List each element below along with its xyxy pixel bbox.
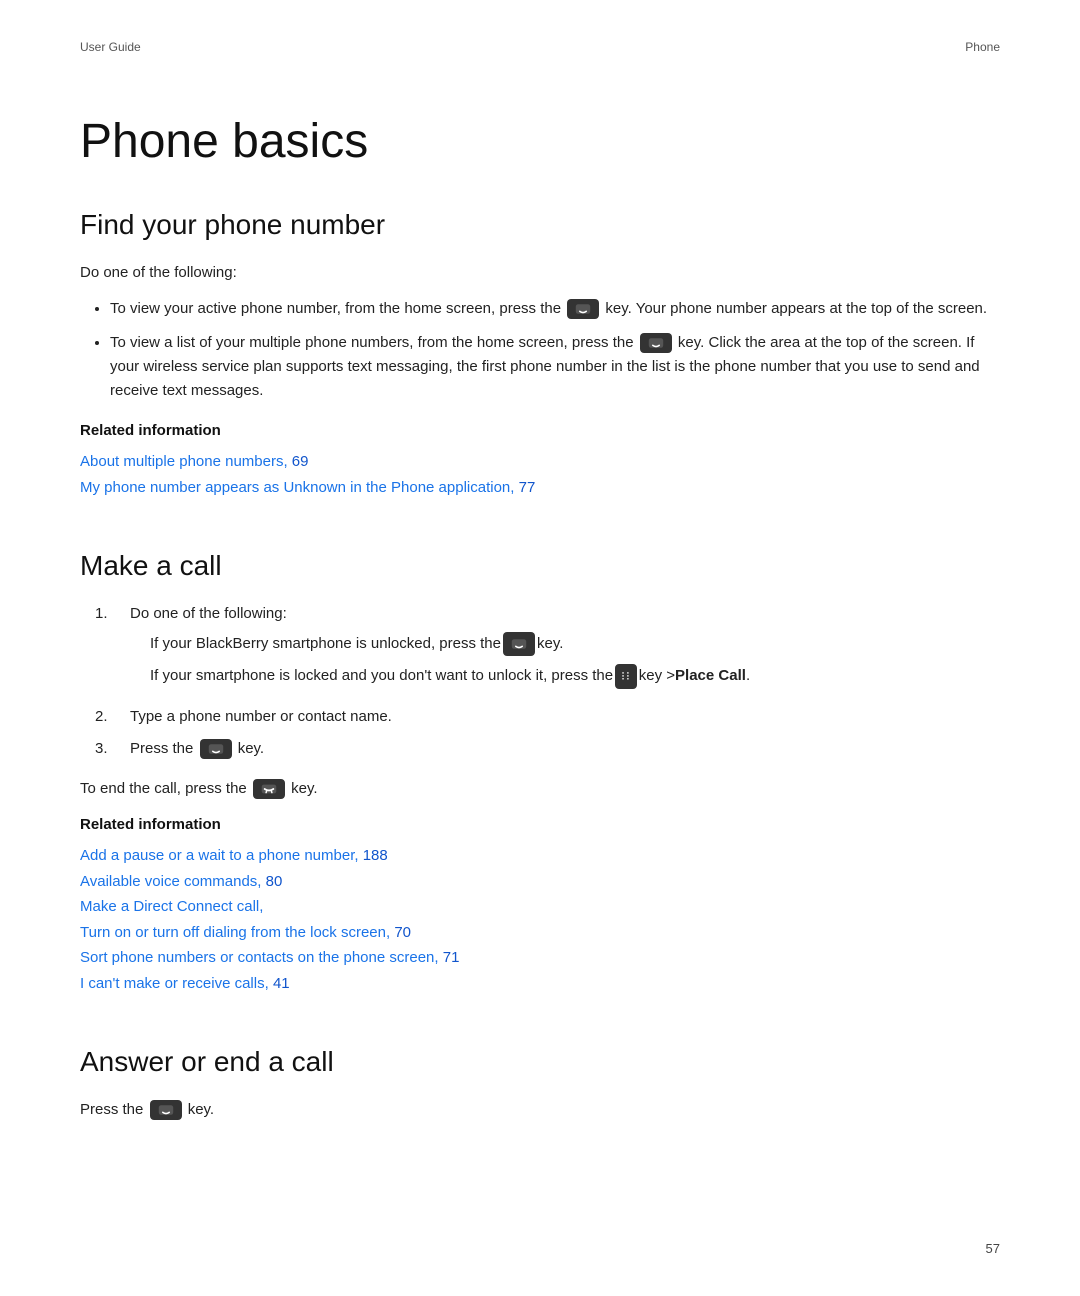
phone-key-icon-3 — [503, 632, 535, 656]
related-heading-find-phone: Related information — [80, 419, 1000, 443]
header-left: User Guide — [80, 40, 141, 54]
link-dialing-lock[interactable]: Turn on or turn off dialing from the loc… — [80, 924, 390, 941]
place-call-label: Place Call — [675, 664, 746, 689]
related-link-2[interactable]: My phone number appears as Unknown in th… — [80, 475, 1000, 501]
related-links-make-call: Add a pause or a wait to a phone number,… — [80, 843, 1000, 996]
menu-key-icon: ⁝⁝ — [615, 664, 637, 689]
step-number-1: 1. — [80, 602, 130, 697]
section-find-phone-number: Find your phone number Do one of the fol… — [80, 209, 1000, 500]
section-answer-end-call: Answer or end a call Press the key. — [80, 1046, 1000, 1122]
related-link-direct-connect[interactable]: Make a Direct Connect call, — [80, 894, 1000, 920]
page-number: 57 — [986, 1241, 1000, 1256]
related-info-make-call: Related information Add a pause or a wai… — [80, 813, 1000, 996]
step-number-2: 2. — [80, 705, 130, 729]
find-phone-bullet-1: To view your active phone number, from t… — [110, 297, 1000, 321]
related-info-find-phone: Related information About multiple phone… — [80, 419, 1000, 500]
step-1-bullet-1: If your BlackBerry smartphone is unlocke… — [150, 632, 1000, 656]
phone-key-icon-5 — [150, 1100, 182, 1120]
related-links-find-phone: About multiple phone numbers, 69 My phon… — [80, 449, 1000, 500]
step-content-1: Do one of the following: If your BlackBe… — [130, 602, 1000, 697]
link-voice-commands[interactable]: Available voice commands, — [80, 873, 261, 890]
step-content-3: Press the key. — [130, 737, 1000, 761]
page-container: User Guide Phone Phone basics Find your … — [0, 0, 1080, 1252]
related-link-add-pause[interactable]: Add a pause or a wait to a phone number,… — [80, 843, 1000, 869]
section-heading-make-call: Make a call — [80, 550, 1000, 582]
find-phone-bullets: To view your active phone number, from t… — [110, 297, 1000, 403]
step-2: 2. Type a phone number or contact name. — [80, 705, 1000, 729]
step-1: 1. Do one of the following: If your Blac… — [80, 602, 1000, 697]
step-content-2: Type a phone number or contact name. — [130, 705, 1000, 729]
step-number-3: 3. — [80, 737, 130, 761]
link-phone-number-unknown[interactable]: My phone number appears as Unknown in th… — [80, 479, 514, 496]
related-link-cant-make-calls[interactable]: I can't make or receive calls, 41 — [80, 971, 1000, 997]
header-right: Phone — [965, 40, 1000, 54]
page-title: Phone basics — [80, 114, 1000, 169]
step-1-bullet-2: If your smartphone is locked and you don… — [150, 664, 1000, 689]
related-link-1[interactable]: About multiple phone numbers, 69 — [80, 449, 1000, 475]
phone-key-icon-2 — [640, 333, 672, 353]
find-phone-bullet-2: To view a list of your multiple phone nu… — [110, 331, 1000, 403]
section-heading-answer-end: Answer or end a call — [80, 1046, 1000, 1078]
end-key-icon — [253, 779, 285, 799]
link-direct-connect[interactable]: Make a Direct Connect call, — [80, 898, 263, 915]
link-cant-make-calls[interactable]: I can't make or receive calls, — [80, 975, 269, 992]
link-sort-numbers[interactable]: Sort phone numbers or contacts on the ph… — [80, 949, 439, 966]
link-about-multiple-numbers[interactable]: About multiple phone numbers, — [80, 453, 288, 470]
phone-key-icon-1 — [567, 299, 599, 319]
step-1-bullets: If your BlackBerry smartphone is unlocke… — [150, 632, 1000, 689]
answer-end-text: Press the key. — [80, 1098, 1000, 1122]
section-make-a-call: Make a call 1. Do one of the following: … — [80, 550, 1000, 996]
step-3: 3. Press the key. — [80, 737, 1000, 761]
related-link-dialing-lock[interactable]: Turn on or turn off dialing from the loc… — [80, 920, 1000, 946]
section-intro-find-phone: Do one of the following: — [80, 261, 1000, 285]
make-call-steps: 1. Do one of the following: If your Blac… — [80, 602, 1000, 761]
related-link-sort-numbers[interactable]: Sort phone numbers or contacts on the ph… — [80, 945, 1000, 971]
section-heading-find-phone: Find your phone number — [80, 209, 1000, 241]
page-header: User Guide Phone — [80, 40, 1000, 54]
end-call-text: To end the call, press the key. — [80, 777, 1000, 801]
link-add-pause[interactable]: Add a pause or a wait to a phone number, — [80, 847, 359, 864]
related-link-voice-commands[interactable]: Available voice commands, 80 — [80, 869, 1000, 895]
related-heading-make-call: Related information — [80, 813, 1000, 837]
phone-key-icon-4 — [200, 739, 232, 759]
